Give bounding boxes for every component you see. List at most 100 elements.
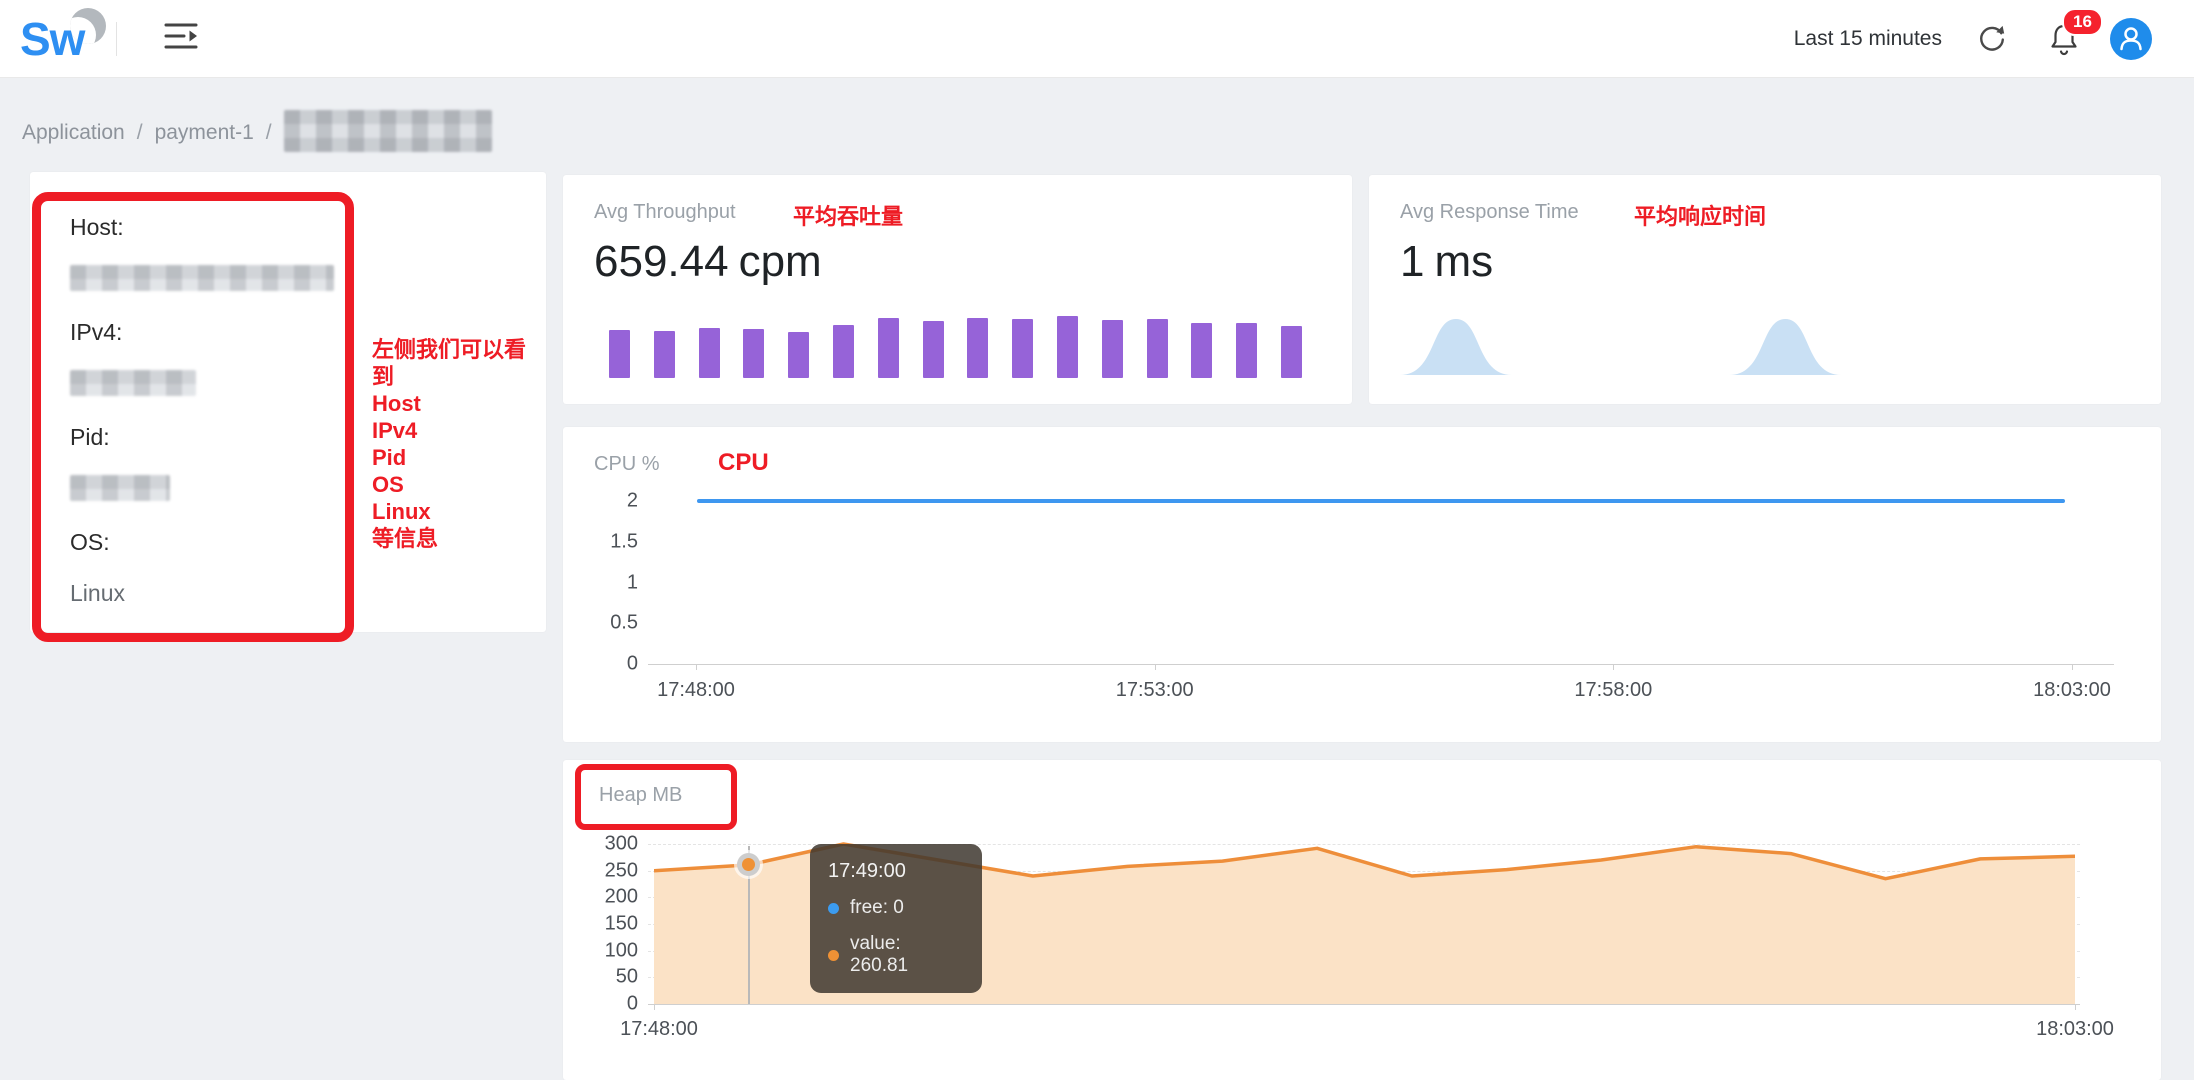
cpu-x-tick-label: 18:03:00 [2033,679,2111,702]
left-note-line: Linux [372,498,546,525]
throughput-number: 659.44 [594,237,729,286]
left-note-line: IPv4 [372,417,546,444]
throughput-bar[interactable] [654,331,675,378]
skywalking-logo[interactable]: Sw [20,16,98,62]
heap-y-tick-label: 150 [605,913,638,936]
response-time-sparkline[interactable] [1389,315,2141,375]
throughput-bar[interactable] [609,330,630,378]
notification-badge: 16 [2062,8,2103,36]
tooltip-rows: free: 0 value: 260.81 [828,897,964,977]
cpu-x-tick [2072,664,2073,670]
annotation-response-note: 平均响应时间 [1634,199,1766,231]
tooltip-row: value: 260.81 [828,933,964,977]
time-range-selector[interactable]: Last 15 minutes [1794,27,1942,51]
throughput-bar[interactable] [1191,323,1212,378]
heap-x-tick [2075,1004,2076,1010]
heap-x-axis-line [648,1004,2080,1005]
left-note-line: 左侧我们可以看到 [372,336,546,390]
heap-x-tick-label: 17:48:00 [620,1018,698,1041]
heap-x-tick-label: 18:03:00 [2036,1018,2114,1041]
avg-response-time-value: 1ms [1400,237,1493,287]
heap-chart-card: Heap MB 300250200150100500 17:49:00 free… [563,760,2161,1080]
response-number: 1 [1400,237,1424,286]
cpu-y-tick-label: 0 [627,653,638,676]
topbar: Sw Last 15 minutes [0,0,2194,78]
user-icon [2111,19,2151,59]
avg-response-time-card: Avg Response Time 平均响应时间 1ms [1369,175,2161,404]
breadcrumb-service[interactable]: payment-1 [155,121,254,145]
annotation-cpu-note: CPU [718,449,769,477]
tooltip-time: 17:49:00 [828,860,964,883]
tooltip-series-text: free: 0 [850,897,904,919]
cpu-x-tick [1155,664,1156,670]
host-field-label: OS: [70,529,334,556]
host-field-redacted-value [70,265,334,291]
instance-info-card: Host:IPv4:Pid:OS:Linux 左侧我们可以看到HostIPv4P… [30,172,546,632]
breadcrumb-instance-redacted [284,110,492,152]
left-note-line: Host [372,390,546,417]
annotation-throughput-note: 平均吞吐量 [793,199,903,231]
throughput-bar[interactable] [1012,319,1033,378]
tooltip-row: free: 0 [828,897,964,919]
avg-throughput-card: Avg Throughput 平均吞吐量 659.44cpm [563,175,1352,404]
avg-response-time-label: Avg Response Time [1400,201,1579,224]
response-unit: ms [1434,237,1493,286]
breadcrumb-application[interactable]: Application [22,121,125,145]
throughput-bar[interactable] [878,318,899,378]
cpu-y-tick-label: 1 [627,571,638,594]
throughput-bar[interactable] [743,329,764,378]
throughput-bar[interactable] [1281,326,1302,378]
heap-y-tick-label: 0 [627,993,638,1016]
cpu-x-tick [1613,664,1614,670]
heap-y-tick-label: 200 [605,886,638,909]
cpu-y-tick-label: 1.5 [610,530,638,553]
left-note-line: Pid [372,444,546,471]
response-spike [1400,319,1512,375]
tooltip-series-dot [828,950,839,961]
response-spike [1729,319,1841,375]
menu-unfold-icon[interactable] [163,20,199,57]
refresh-icon[interactable] [1976,23,2008,55]
throughput-bar[interactable] [1147,319,1168,378]
throughput-bar[interactable] [1236,323,1257,378]
host-field-value: Linux [70,580,334,607]
avg-throughput-value: 659.44cpm [594,237,822,287]
notification-bell[interactable]: 16 [2048,22,2080,56]
cpu-x-tick-label: 17:53:00 [1116,679,1194,702]
topbar-divider [116,22,117,56]
logo-text: Sw [20,13,84,65]
throughput-bar[interactable] [923,321,944,378]
breadcrumb-separator: / [266,121,272,145]
left-note-line: 等信息 [372,525,546,552]
throughput-bar[interactable] [1057,316,1078,378]
cpu-y-axis: 2 1.5 1 0.5 0 [563,427,638,742]
breadcrumb: Application / payment-1 / [22,114,492,152]
skywalking-dashboard: Sw Last 15 minutes [0,0,2194,1080]
avatar[interactable] [2110,18,2152,60]
throughput-unit: cpm [739,237,822,286]
left-note-line: OS [372,471,546,498]
cpu-x-tick-label: 17:48:00 [657,679,735,702]
instance-fields: Host:IPv4:Pid:OS:Linux [70,214,334,607]
tooltip-series-dot [828,903,839,914]
cpu-y-tick-label: 0.5 [610,612,638,635]
cpu-usage-line[interactable] [697,499,2065,503]
heap-y-tick-label: 100 [605,939,638,962]
host-field-redacted-value [70,370,196,396]
throughput-bar-chart[interactable] [609,315,1302,378]
annotation-left-note: 左侧我们可以看到HostIPv4PidOSLinux等信息 [372,336,546,552]
throughput-bar[interactable] [833,325,854,379]
topbar-right: Last 15 minutes 16 [1794,18,2194,60]
throughput-bar[interactable] [699,328,720,378]
heap-tooltip: 17:49:00 free: 0 value: 260.81 [810,844,982,993]
heap-y-tick-label: 300 [605,833,638,856]
throughput-bar[interactable] [967,318,988,378]
cpu-y-tick-label: 2 [627,490,638,513]
host-field-label: Pid: [70,424,334,451]
throughput-bar[interactable] [1102,320,1123,378]
cpu-x-tick [696,664,697,670]
avg-throughput-label: Avg Throughput [594,201,736,224]
host-field-label: IPv4: [70,319,334,346]
cpu-x-tick-label: 17:58:00 [1574,679,1652,702]
throughput-bar[interactable] [788,332,809,378]
